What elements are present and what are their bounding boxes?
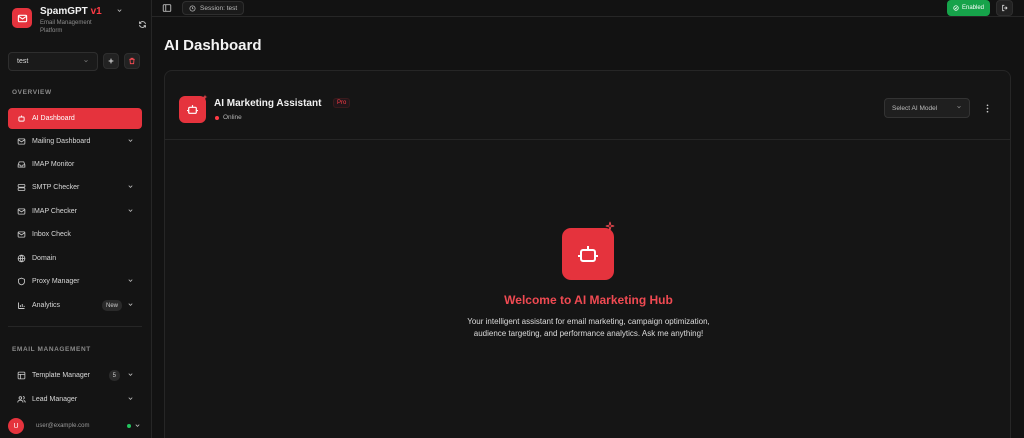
chevron-down-icon xyxy=(127,395,134,404)
ai-model-select[interactable]: Select AI Model xyxy=(884,98,970,118)
top-bar: Session: test Enabled xyxy=(152,0,1024,17)
chevron-down-icon xyxy=(127,207,134,216)
chevron-down-icon xyxy=(83,58,89,66)
session-label: Session: test xyxy=(200,4,238,12)
assistant-header: AI Marketing Assistant Pro Online Select… xyxy=(165,71,1010,140)
sidebar-item-label: Template Manager xyxy=(32,372,90,379)
status-dot xyxy=(215,116,219,120)
sidebar-item-label: Analytics xyxy=(32,302,61,309)
sidebar-item-proxy-manager[interactable]: Proxy Manager xyxy=(8,271,142,292)
section-label-email-management: EMAIL MANAGEMENT xyxy=(12,346,91,353)
shield-icon xyxy=(16,277,26,287)
server-icon xyxy=(16,183,26,193)
clock-icon xyxy=(189,5,196,11)
chevron-down-icon xyxy=(134,422,141,431)
sidebar-item-label: SMTP Checker xyxy=(32,184,80,191)
enabled-toggle-button[interactable]: Enabled xyxy=(947,0,991,16)
brand-subtitle: Email Management Platform xyxy=(40,20,92,34)
welcome-description: Your intelligent assistant for email mar… xyxy=(467,317,710,338)
users-icon xyxy=(16,395,26,405)
mail-icon xyxy=(16,207,26,217)
mail-icon xyxy=(16,137,26,147)
delete-workspace-button[interactable] xyxy=(124,53,140,69)
plus-icon xyxy=(108,58,114,64)
page-title: AI Dashboard xyxy=(164,37,262,54)
user-menu[interactable]: U user@example.com xyxy=(8,417,148,435)
chevron-down-icon xyxy=(956,104,962,112)
sparkle-icon xyxy=(605,221,615,233)
sidebar-item-ai-dashboard[interactable]: AI Dashboard xyxy=(8,108,142,129)
robot-icon xyxy=(562,228,614,280)
sidebar-item-label: Inbox Check xyxy=(32,231,71,238)
chevron-down-icon[interactable] xyxy=(116,7,123,16)
chevron-down-icon xyxy=(127,277,134,286)
sidebar-item-label: Proxy Manager xyxy=(32,278,80,285)
sidebar-item-analytics[interactable]: Analytics New xyxy=(8,295,142,316)
pro-badge: Pro xyxy=(333,98,351,108)
sidebar-item-label: AI Dashboard xyxy=(32,115,75,122)
trash-icon xyxy=(129,57,135,65)
user-email: user@example.com xyxy=(36,423,90,429)
sidebar-item-template-manager[interactable]: Template Manager 5 xyxy=(8,365,142,386)
workspace-select[interactable]: test xyxy=(8,52,98,71)
sidebar-item-label: Lead Manager xyxy=(32,396,78,403)
sidebar-item-label: Domain xyxy=(32,255,57,262)
chevron-down-icon xyxy=(127,137,134,146)
avatar: U xyxy=(8,418,24,434)
sidebar-item-smtp-checker[interactable]: SMTP Checker xyxy=(8,177,142,198)
chevron-down-icon xyxy=(127,371,134,380)
sidebar: SpamGPT v1 Email Management Platform tes… xyxy=(0,0,152,438)
sidebar-item-imap-monitor[interactable]: IMAP Monitor xyxy=(8,154,142,175)
sidebar-divider xyxy=(8,326,142,327)
robot-icon xyxy=(16,114,26,124)
inbox-icon xyxy=(16,160,26,170)
count-badge: 5 xyxy=(108,370,120,381)
bar-chart-icon xyxy=(16,301,26,311)
enabled-label: Enabled xyxy=(962,5,985,11)
template-icon xyxy=(16,371,26,381)
assistant-card: AI Marketing Assistant Pro Online Select… xyxy=(164,70,1011,438)
welcome-title: Welcome to AI Marketing Hub xyxy=(504,293,673,307)
chevron-down-icon xyxy=(127,301,134,310)
brand-name: SpamGPT v1 xyxy=(40,6,102,17)
mail-check-icon xyxy=(16,230,26,240)
assistant-title: AI Marketing Assistant xyxy=(214,98,322,109)
sparkle-icon xyxy=(202,93,208,102)
brand-header[interactable]: SpamGPT v1 Email Management Platform xyxy=(12,6,146,36)
sidebar-item-label: IMAP Checker xyxy=(32,208,77,215)
sidebar-item-domain[interactable]: Domain xyxy=(8,248,142,269)
ai-model-placeholder: Select AI Model xyxy=(892,104,938,112)
assistant-status: Online xyxy=(223,114,242,121)
refresh-icon[interactable] xyxy=(136,18,148,30)
workspace-value: test xyxy=(17,58,29,65)
chevron-down-icon xyxy=(127,183,134,192)
sidebar-toggle-icon[interactable] xyxy=(162,3,172,13)
more-options-icon[interactable] xyxy=(983,102,991,114)
session-indicator: Session: test xyxy=(182,1,245,15)
online-status-dot xyxy=(127,424,131,428)
mail-icon xyxy=(12,8,32,28)
add-workspace-button[interactable] xyxy=(103,53,119,69)
logout-button[interactable] xyxy=(996,0,1013,16)
globe-icon xyxy=(16,254,26,264)
new-badge: New xyxy=(101,300,122,311)
sidebar-item-lead-manager[interactable]: Lead Manager xyxy=(8,389,142,410)
section-label-overview: OVERVIEW xyxy=(12,89,52,96)
sidebar-item-label: Mailing Dashboard xyxy=(32,138,91,145)
sidebar-item-inbox-check[interactable]: Inbox Check xyxy=(8,224,142,245)
check-circle-icon xyxy=(953,5,959,11)
sidebar-item-mailing-dashboard[interactable]: Mailing Dashboard xyxy=(8,131,142,152)
logout-icon xyxy=(1001,4,1008,12)
sidebar-item-imap-checker[interactable]: IMAP Checker xyxy=(8,201,142,222)
sidebar-item-label: IMAP Monitor xyxy=(32,161,75,168)
